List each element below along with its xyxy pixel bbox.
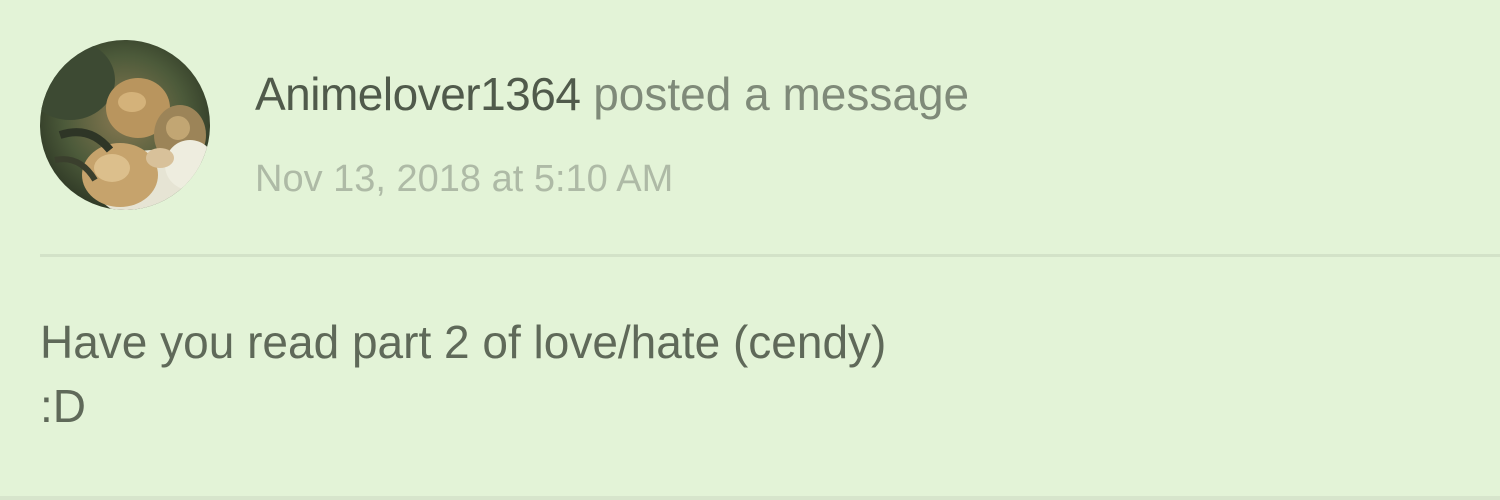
- message-body: Have you read part 2 of love/hate (cendy…: [40, 310, 886, 438]
- divider: [40, 254, 1500, 257]
- author-name-link[interactable]: Animelover1364: [255, 68, 581, 120]
- message-line-1: Have you read part 2 of love/hate (cendy…: [40, 316, 887, 368]
- message-line-2: :D: [40, 380, 86, 432]
- message-card: Animelover1364 posted a message Nov 13, …: [0, 0, 1500, 500]
- post-action-text: posted a message: [593, 68, 970, 120]
- card-bottom-border: [0, 496, 1500, 500]
- post-timestamp: Nov 13, 2018 at 5:10 AM: [255, 158, 674, 200]
- post-header: Animelover1364 posted a message: [255, 64, 969, 124]
- user-avatar[interactable]: [40, 40, 210, 210]
- avatar-photo-icon: [40, 40, 210, 210]
